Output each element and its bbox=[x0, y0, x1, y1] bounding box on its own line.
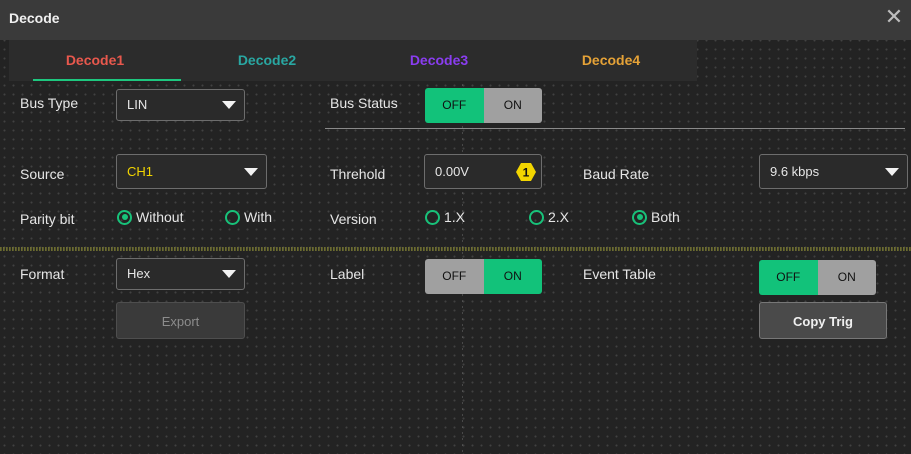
version-both-radio[interactable]: Both bbox=[632, 209, 680, 225]
event-table-off[interactable]: OFF bbox=[759, 260, 818, 295]
parity-without-radio[interactable]: Without bbox=[117, 209, 183, 225]
parity-label: Parity bit bbox=[20, 211, 75, 227]
bus-status-label: Bus Status bbox=[330, 95, 398, 111]
version-both-label: Both bbox=[651, 209, 680, 225]
bus-status-toggle[interactable]: OFF ON bbox=[425, 88, 542, 123]
source-label: Source bbox=[20, 166, 65, 182]
tab-decode3[interactable]: Decode3 bbox=[353, 40, 525, 81]
version-label: Version bbox=[330, 211, 377, 227]
baud-rate-dropdown[interactable]: 9.6 kbps bbox=[759, 154, 908, 189]
version-1x-label: 1.X bbox=[444, 209, 466, 225]
event-table-toggle[interactable]: OFF ON bbox=[759, 260, 876, 295]
version-2x-radio[interactable]: 2.X bbox=[529, 209, 569, 225]
chevron-down-icon bbox=[222, 101, 236, 109]
event-table-label: Event Table bbox=[583, 266, 656, 282]
bus-type-dropdown[interactable]: LIN bbox=[116, 89, 245, 121]
baud-rate-label: Baud Rate bbox=[583, 166, 650, 182]
chevron-down-icon bbox=[885, 168, 899, 176]
dialog-title: Decode bbox=[9, 10, 60, 26]
label-toggle[interactable]: OFF ON bbox=[425, 259, 542, 294]
version-2x-label: 2.X bbox=[548, 209, 570, 225]
bus-status-on[interactable]: ON bbox=[483, 88, 542, 123]
decode-tabs: Decode1 Decode2 Decode3 Decode4 bbox=[9, 40, 697, 81]
parity-with-radio[interactable]: With bbox=[225, 209, 272, 225]
ch1-badge-icon: 1 bbox=[516, 163, 536, 181]
bus-type-label: Bus Type bbox=[20, 95, 79, 111]
baud-rate-value: 9.6 kbps bbox=[770, 164, 820, 179]
parity-with-label: With bbox=[244, 209, 272, 225]
export-button[interactable]: Export bbox=[116, 302, 245, 339]
section-divider bbox=[325, 128, 905, 129]
tab-decode2[interactable]: Decode2 bbox=[181, 40, 353, 81]
parity-without-label: Without bbox=[136, 209, 184, 225]
bus-status-off[interactable]: OFF bbox=[425, 88, 484, 123]
waveform-trace bbox=[0, 247, 911, 251]
version-1x-radio[interactable]: 1.X bbox=[425, 209, 465, 225]
tab-decode4[interactable]: Decode4 bbox=[525, 40, 697, 81]
label-on[interactable]: ON bbox=[483, 259, 542, 294]
threshold-label: Threhold bbox=[330, 166, 386, 182]
bus-type-value: LIN bbox=[127, 97, 148, 112]
tab-decode1[interactable]: Decode1 bbox=[9, 40, 181, 81]
source-value: CH1 bbox=[127, 164, 154, 179]
radio-empty-icon bbox=[225, 209, 240, 225]
format-value: Hex bbox=[127, 266, 151, 281]
source-dropdown[interactable]: CH1 bbox=[116, 154, 267, 189]
format-label: Format bbox=[20, 266, 65, 282]
title-bar: Decode ✕ bbox=[0, 0, 911, 40]
close-icon[interactable]: ✕ bbox=[883, 6, 905, 28]
threshold-value: 0.00V bbox=[435, 164, 469, 179]
ch1-badge-text: 1 bbox=[523, 166, 530, 180]
chevron-down-icon bbox=[222, 270, 236, 278]
chevron-down-icon bbox=[244, 168, 258, 176]
event-table-on[interactable]: ON bbox=[817, 260, 876, 295]
format-dropdown[interactable]: Hex bbox=[116, 258, 245, 290]
label-toggle-label: Label bbox=[330, 266, 365, 282]
radio-empty-icon bbox=[425, 209, 440, 225]
copy-trig-button[interactable]: Copy Trig bbox=[759, 302, 887, 339]
radio-selected-icon bbox=[117, 209, 132, 225]
radio-selected-icon bbox=[632, 209, 647, 225]
label-off[interactable]: OFF bbox=[425, 259, 484, 294]
radio-empty-icon bbox=[529, 209, 544, 225]
